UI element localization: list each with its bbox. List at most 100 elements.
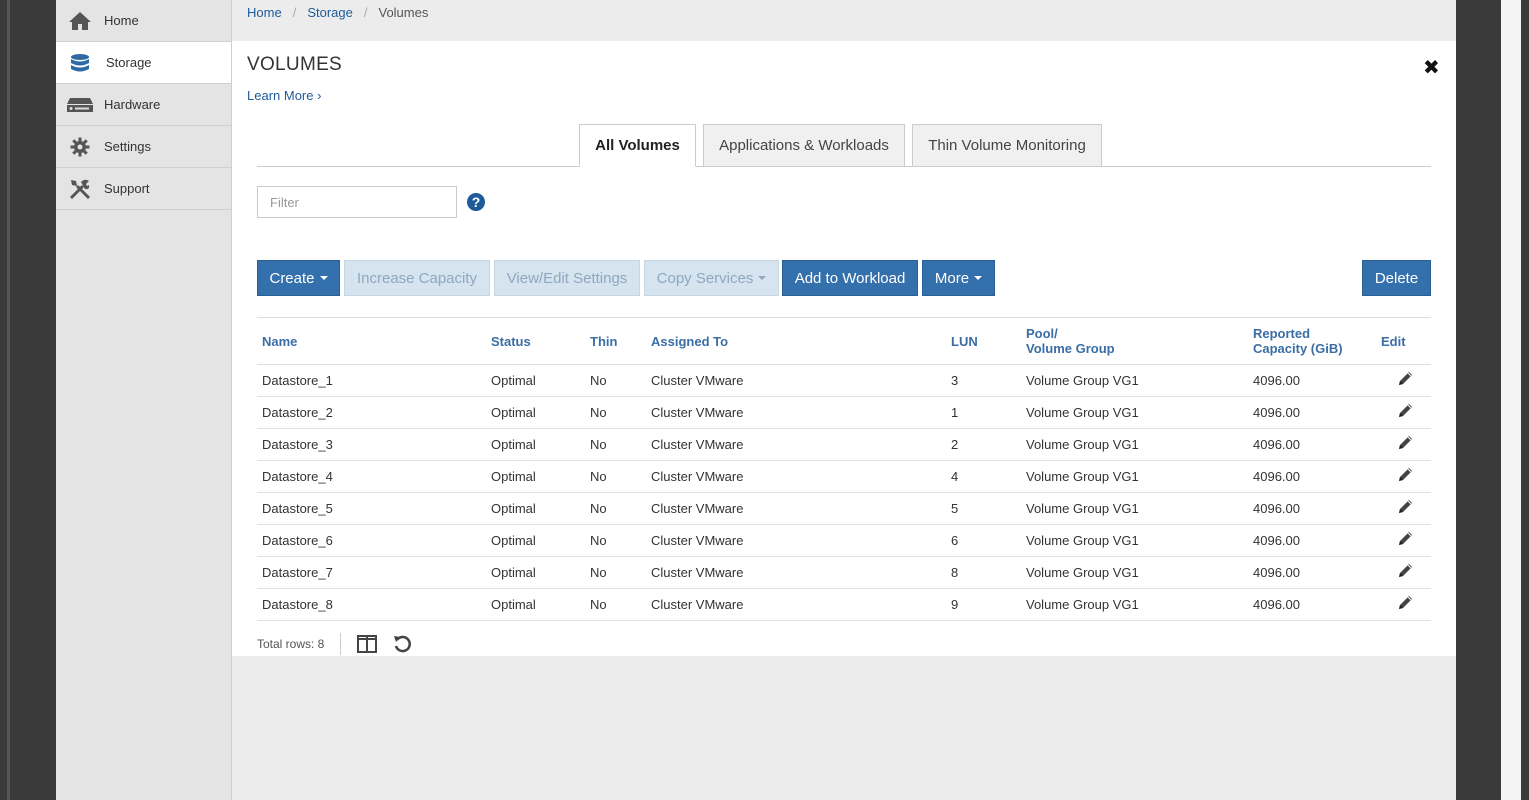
columns-icon[interactable] xyxy=(357,635,378,653)
learn-more-link[interactable]: Learn More › xyxy=(247,88,321,103)
sidebar-item-settings[interactable]: Settings xyxy=(56,126,231,168)
window-frame-left xyxy=(0,0,56,800)
cell-edit xyxy=(1379,556,1431,589)
main-content: Home / Storage / Volumes VOLUMES Learn M… xyxy=(232,0,1456,800)
cell-status: Optimal xyxy=(486,364,585,397)
cell-edit xyxy=(1379,460,1431,493)
column-header-assigned-to[interactable]: Assigned To xyxy=(646,318,946,365)
table-row[interactable]: Datastore_5 Optimal No Cluster VMware 5 Volum… xyxy=(257,492,1431,525)
cell-name: Datastore_4 xyxy=(257,460,486,493)
tab-applications-workloads[interactable]: Applications & Workloads xyxy=(703,124,905,167)
pencil-icon[interactable] xyxy=(1396,370,1414,391)
breadcrumb-home[interactable]: Home xyxy=(247,5,282,20)
sidebar-item-home[interactable]: Home xyxy=(56,0,231,42)
table-header-row: Name Status Thin Assigned To LUN Pool/ V… xyxy=(257,317,1431,365)
increase-capacity-button[interactable]: Increase Capacity xyxy=(344,260,490,296)
table-row[interactable]: Datastore_7 Optimal No Cluster VMware 8 Volum… xyxy=(257,556,1431,589)
cell-capacity: 4096.00 xyxy=(1248,428,1379,461)
cell-name: Datastore_7 xyxy=(257,556,486,589)
database-icon xyxy=(56,53,104,73)
more-button[interactable]: More xyxy=(922,260,995,296)
caret-down-icon xyxy=(758,276,767,280)
more-button-label: More xyxy=(934,269,970,287)
cell-lun: 4 xyxy=(946,460,1021,493)
copy-services-button[interactable]: Copy Services xyxy=(644,260,779,296)
cell-capacity: 4096.00 xyxy=(1248,524,1379,557)
cell-edit xyxy=(1379,492,1431,525)
table-row[interactable]: Datastore_6 Optimal No Cluster VMware 6 Volum… xyxy=(257,524,1431,557)
pencil-icon[interactable] xyxy=(1396,434,1414,455)
table-row[interactable]: Datastore_2 Optimal No Cluster VMware 1 Volum… xyxy=(257,396,1431,429)
column-header-capacity[interactable]: Reported Capacity (GiB) xyxy=(1248,318,1379,365)
sidebar: Home Storage Hardware Settings Support xyxy=(56,0,232,800)
cell-status: Optimal xyxy=(486,396,585,429)
column-header-name[interactable]: Name xyxy=(257,318,486,365)
cell-pool: Volume Group VG1 xyxy=(1021,460,1248,493)
pencil-icon[interactable] xyxy=(1396,562,1414,583)
cell-thin: No xyxy=(585,492,646,525)
cell-name: Datastore_2 xyxy=(257,396,486,429)
total-rows-label: Total rows: 8 xyxy=(257,637,325,651)
sidebar-item-label: Hardware xyxy=(104,97,161,112)
cell-lun: 5 xyxy=(946,492,1021,525)
table-row[interactable]: Datastore_3 Optimal No Cluster VMware 2 Volum… xyxy=(257,428,1431,461)
cell-assigned: Cluster VMware xyxy=(646,524,946,557)
column-header-pool[interactable]: Pool/ Volume Group xyxy=(1021,318,1248,365)
table-footer: Total rows: 8 xyxy=(257,631,427,657)
cell-name: Datastore_6 xyxy=(257,524,486,557)
sidebar-item-label: Home xyxy=(104,13,139,28)
cell-pool: Volume Group VG1 xyxy=(1021,588,1248,621)
create-button[interactable]: Create xyxy=(257,260,340,296)
cell-pool: Volume Group VG1 xyxy=(1021,364,1248,397)
pencil-icon[interactable] xyxy=(1396,530,1414,551)
cell-assigned: Cluster VMware xyxy=(646,460,946,493)
cell-pool: Volume Group VG1 xyxy=(1021,524,1248,557)
column-header-capacity-line1: Reported xyxy=(1253,326,1311,341)
pencil-icon[interactable] xyxy=(1396,466,1414,487)
pencil-icon[interactable] xyxy=(1396,594,1414,615)
tab-thin-volume-monitoring[interactable]: Thin Volume Monitoring xyxy=(912,124,1102,167)
column-header-thin[interactable]: Thin xyxy=(585,318,646,365)
table-row[interactable]: Datastore_1 Optimal No Cluster VMware 3 Volum… xyxy=(257,364,1431,397)
table-row[interactable]: Datastore_4 Optimal No Cluster VMware 4 Volum… xyxy=(257,460,1431,493)
close-icon[interactable]: ✖ xyxy=(1423,55,1440,80)
delete-button[interactable]: Delete xyxy=(1362,260,1431,296)
cell-pool: Volume Group VG1 xyxy=(1021,428,1248,461)
cell-thin: No xyxy=(585,460,646,493)
sidebar-item-support[interactable]: Support xyxy=(56,168,231,210)
tab-all-volumes[interactable]: All Volumes xyxy=(579,124,696,167)
cell-assigned: Cluster VMware xyxy=(646,396,946,429)
home-icon xyxy=(56,11,104,31)
cell-capacity: 4096.00 xyxy=(1248,460,1379,493)
cell-edit xyxy=(1379,588,1431,621)
column-header-lun[interactable]: LUN xyxy=(946,318,1021,365)
cell-assigned: Cluster VMware xyxy=(646,428,946,461)
sidebar-item-hardware[interactable]: Hardware xyxy=(56,84,231,126)
sidebar-item-label: Support xyxy=(104,181,150,196)
breadcrumb-storage[interactable]: Storage xyxy=(307,5,353,20)
filter-input[interactable] xyxy=(257,186,457,218)
cell-status: Optimal xyxy=(486,428,585,461)
create-button-label: Create xyxy=(269,269,315,287)
cell-lun: 3 xyxy=(946,364,1021,397)
volumes-table: Name Status Thin Assigned To LUN Pool/ V… xyxy=(257,317,1431,621)
cell-edit xyxy=(1379,364,1431,397)
refresh-icon[interactable] xyxy=(393,635,412,653)
view-edit-settings-button[interactable]: View/Edit Settings xyxy=(494,260,640,296)
cell-lun: 1 xyxy=(946,396,1021,429)
cell-edit xyxy=(1379,428,1431,461)
column-header-pool-line2: Volume Group xyxy=(1026,341,1115,356)
table-row[interactable]: Datastore_8 Optimal No Cluster VMware 9 Volum… xyxy=(257,588,1431,621)
column-header-status[interactable]: Status xyxy=(486,318,585,365)
cell-name: Datastore_8 xyxy=(257,588,486,621)
help-icon[interactable]: ? xyxy=(467,193,485,211)
cell-lun: 9 xyxy=(946,588,1021,621)
add-to-workload-button[interactable]: Add to Workload xyxy=(782,260,918,296)
pencil-icon[interactable] xyxy=(1396,402,1414,423)
cell-lun: 6 xyxy=(946,524,1021,557)
cell-assigned: Cluster VMware xyxy=(646,364,946,397)
cell-status: Optimal xyxy=(486,460,585,493)
pencil-icon[interactable] xyxy=(1396,498,1414,519)
sidebar-item-storage[interactable]: Storage xyxy=(56,42,231,84)
cell-pool: Volume Group VG1 xyxy=(1021,492,1248,525)
